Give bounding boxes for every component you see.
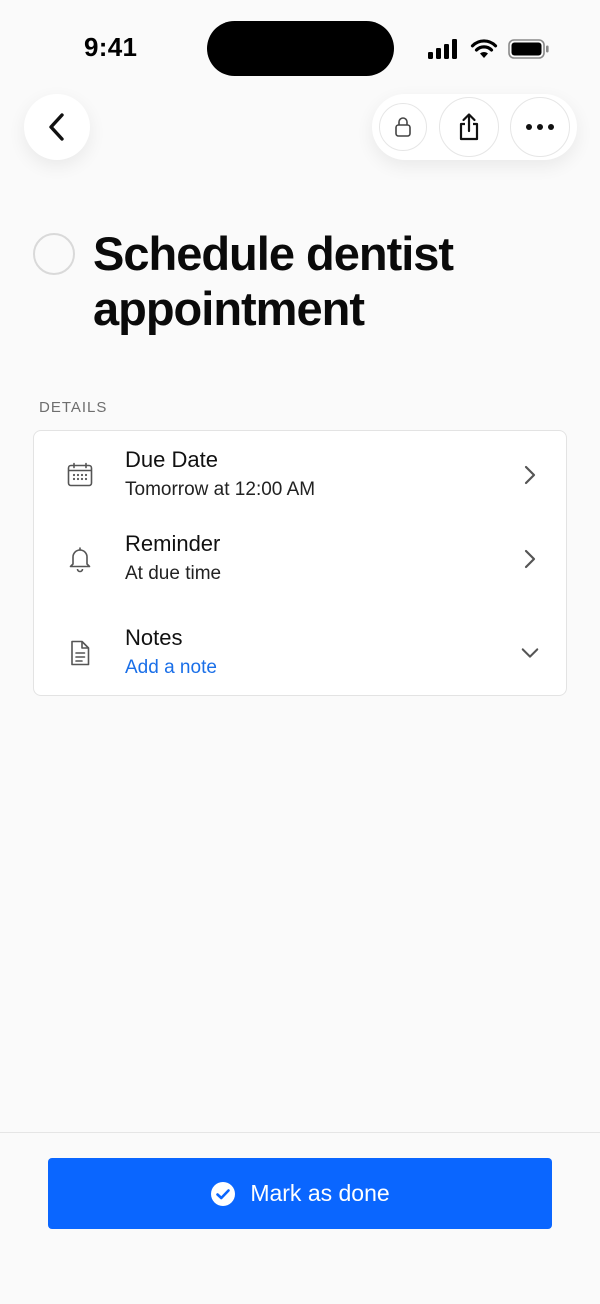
lock-icon	[395, 117, 411, 137]
status-bar: 9:41	[0, 0, 600, 96]
cellular-signal-icon	[428, 39, 457, 59]
footer-divider	[0, 1132, 600, 1133]
mark-as-done-label: Mark as done	[250, 1180, 390, 1206]
more-button[interactable]	[510, 97, 570, 157]
add-note-link[interactable]: Add a note	[125, 657, 217, 679]
calendar-icon	[64, 459, 96, 491]
dynamic-island	[207, 21, 394, 76]
check-circle-icon	[211, 1181, 236, 1206]
chevron-right-icon	[520, 547, 540, 571]
wifi-icon	[470, 39, 498, 58]
nav-actions-group	[372, 94, 577, 160]
mark-as-done-button[interactable]: Mark as done	[48, 1158, 552, 1229]
back-button[interactable]	[24, 94, 90, 160]
reminder-title: Reminder	[125, 531, 221, 556]
reminder-row[interactable]: Reminder At due time	[34, 517, 568, 601]
document-icon	[64, 637, 96, 669]
chevron-right-icon	[520, 463, 540, 487]
share-button[interactable]	[439, 97, 499, 157]
complete-toggle[interactable]	[33, 233, 75, 275]
due-date-row[interactable]: Due Date Tomorrow at 12:00 AM	[34, 433, 568, 517]
chevron-down-icon	[520, 641, 540, 665]
due-date-value: Tomorrow at 12:00 AM	[125, 479, 316, 500]
task-detail-screen: 9:41 Schedule dentist appointment DETAIL…	[0, 0, 600, 1304]
notes-row[interactable]: Notes Add a note	[34, 611, 568, 695]
due-date-title: Due Date	[125, 447, 218, 472]
reminder-value: At due time	[125, 563, 222, 584]
status-icons	[428, 36, 550, 62]
lock-button[interactable]	[379, 103, 427, 151]
battery-icon	[508, 39, 549, 59]
share-icon	[459, 113, 479, 141]
details-card: Due Date Tomorrow at 12:00 AM Reminder A…	[33, 430, 567, 696]
bell-icon	[64, 543, 96, 575]
notes-title: Notes	[125, 625, 183, 650]
status-time: 9:41	[84, 32, 138, 62]
task-title: Schedule dentist appointment	[93, 227, 454, 335]
chevron-left-icon	[49, 113, 64, 141]
more-icon	[526, 124, 554, 130]
details-section-label: DETAILS	[39, 399, 108, 416]
